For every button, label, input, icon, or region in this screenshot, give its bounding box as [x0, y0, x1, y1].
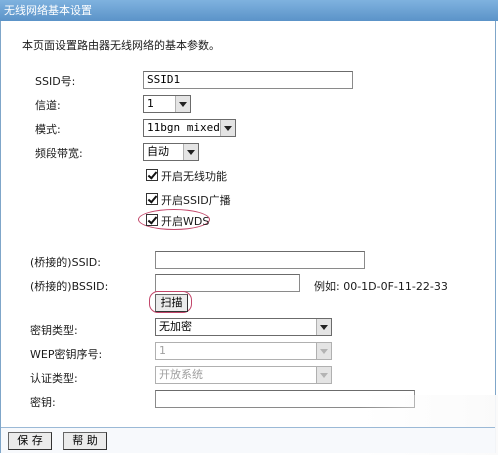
enable-wireless-label: 开启无线功能 — [161, 170, 227, 183]
intro-text: 本页面设置路由器无线网络的基本参数。 — [22, 39, 220, 52]
enable-ssid-broadcast-label: 开启SSID广播 — [161, 194, 231, 207]
mode-label: 模式: — [35, 123, 61, 136]
help-button[interactable]: 帮 助 — [63, 432, 107, 450]
bridge-ssid-input[interactable] — [155, 251, 365, 269]
key-type-select[interactable]: 无加密 — [155, 318, 332, 336]
save-button[interactable]: 保 存 — [8, 432, 52, 450]
bridge-bssid-label: (桥接的)BSSID: — [30, 280, 109, 293]
mode-value: 11bgn mixed — [147, 121, 220, 134]
ssid-label: SSID号: — [35, 75, 76, 88]
chevron-down-icon — [316, 319, 331, 335]
key-type-value: 无加密 — [159, 320, 192, 333]
enable-wireless-checkbox[interactable] — [146, 169, 158, 181]
chevron-down-icon — [316, 343, 331, 359]
mode-select[interactable]: 11bgn mixed — [143, 119, 236, 137]
bandwidth-select[interactable]: 自动 — [143, 143, 199, 161]
window-title: 无线网络基本设置 — [0, 0, 498, 21]
chevron-down-icon — [316, 367, 331, 383]
enable-ssid-broadcast-checkbox[interactable] — [146, 193, 158, 205]
channel-label: 信道: — [35, 99, 61, 112]
wep-index-label: WEP密钥序号: — [30, 348, 103, 361]
bandwidth-label: 频段带宽: — [35, 147, 83, 160]
chevron-down-icon — [175, 96, 190, 112]
chevron-down-icon — [220, 120, 235, 136]
key-label: 密钥: — [30, 396, 56, 409]
scan-button[interactable]: 扫描 — [155, 294, 188, 312]
bridge-ssid-label: (桥接的)SSID: — [30, 256, 101, 269]
enable-wds-checkbox[interactable] — [146, 214, 158, 226]
bssid-example: 例如: 00-1D-0F-11-22-33 — [314, 280, 448, 293]
enable-wds-label: 开启WDS — [161, 215, 210, 228]
bridge-bssid-input[interactable] — [155, 274, 300, 292]
auth-type-label: 认证类型: — [30, 372, 78, 385]
wep-index-value: 1 — [159, 344, 166, 357]
auth-type-value: 开放系统 — [159, 368, 203, 381]
channel-select[interactable]: 1 — [143, 95, 191, 113]
auth-type-select[interactable]: 开放系统 — [155, 366, 332, 384]
bandwidth-value: 自动 — [147, 145, 169, 158]
ssid-input[interactable]: SSID1 — [143, 71, 353, 89]
key-type-label: 密钥类型: — [30, 324, 78, 337]
chevron-down-icon — [183, 144, 198, 160]
channel-value: 1 — [147, 97, 154, 110]
wep-index-select[interactable]: 1 — [155, 342, 332, 360]
